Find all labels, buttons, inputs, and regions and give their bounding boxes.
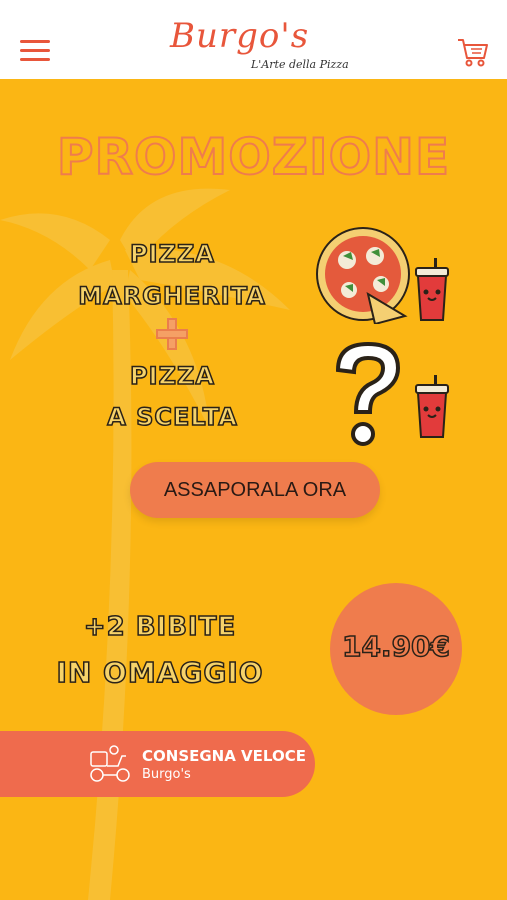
brand-logo[interactable]: Burgo's L'Arte della Pizza: [166, 16, 349, 74]
price-value: 14.90€: [341, 629, 451, 664]
delivery-title: CONSEGNA VELOCE: [142, 747, 306, 765]
cup-icon: [415, 375, 449, 438]
scooter-icon: [90, 745, 130, 782]
promo-line-pizza-1: PIZZA: [129, 239, 215, 269]
hamburger-menu-icon[interactable]: [20, 40, 50, 62]
price-badge: 14.90€: [330, 583, 462, 715]
question-mark-icon: [335, 341, 401, 446]
cart-icon[interactable]: [456, 36, 490, 68]
fast-delivery-banner[interactable]: CONSEGNA VELOCE Burgo's: [0, 731, 315, 797]
promo-line-pizza-2: PIZZA: [129, 361, 215, 391]
promo-line-a-scelta: A SCELTA: [106, 402, 238, 432]
bonus-line-2: IN OMAGGIO: [56, 655, 264, 690]
promo-line-margherita: MARGHERITA: [77, 281, 266, 311]
pizza-icon: [316, 227, 410, 324]
plus-icon: [156, 318, 188, 350]
promo-title: PROMOZIONE: [56, 127, 451, 187]
app-header: Burgo's L'Arte della Pizza: [0, 0, 507, 79]
delivery-subtitle: Burgo's: [142, 767, 191, 782]
cup-icon: [415, 258, 449, 321]
brand-name: Burgo's: [170, 16, 310, 56]
bonus-line-1: +2 BIBITE: [83, 611, 237, 643]
assaporala-ora-button[interactable]: ASSAPORALA ORA: [130, 462, 380, 518]
brand-tagline: L'Arte della Pizza: [251, 58, 349, 71]
